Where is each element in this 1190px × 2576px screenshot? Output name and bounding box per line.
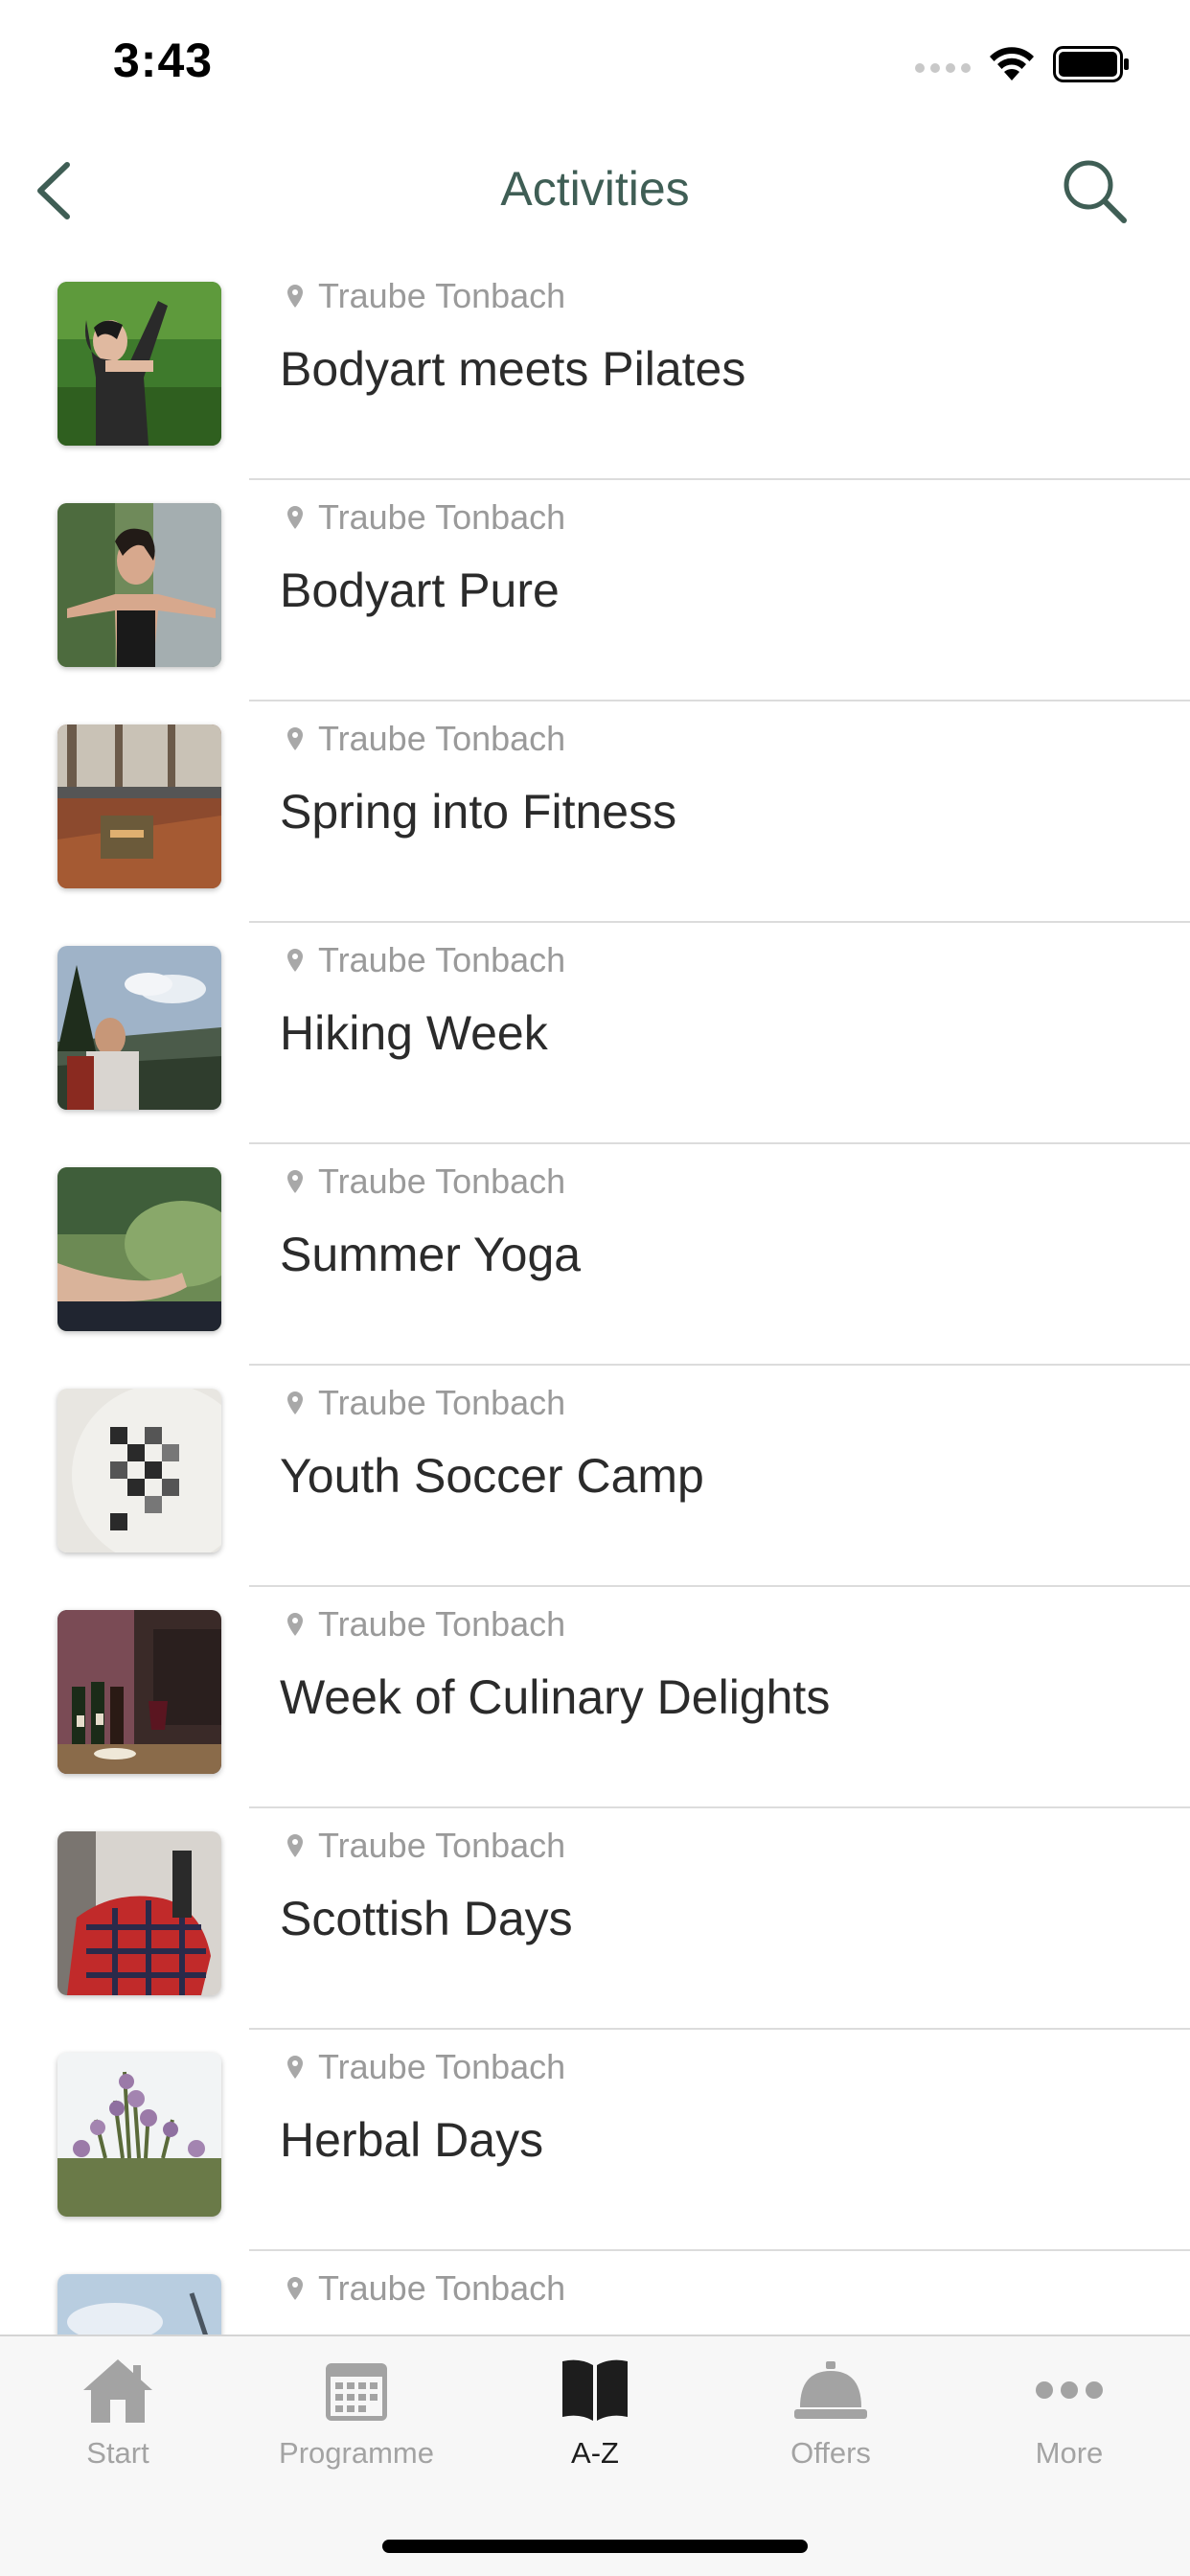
woman-stretching-photo <box>57 282 221 446</box>
status-time: 3:43 <box>113 34 214 87</box>
location-text: Traube Tonbach <box>318 1383 566 1422</box>
location-label: Traube Tonbach <box>286 2268 565 2309</box>
service-bell-icon <box>794 2361 867 2419</box>
location-text: Traube Tonbach <box>318 2268 566 2308</box>
location-label: Traube Tonbach <box>286 1383 565 1423</box>
tartan-bag-photo <box>57 1831 221 1995</box>
battery-icon <box>1053 46 1129 82</box>
location-label: Traube Tonbach <box>286 2047 565 2087</box>
location-label: Traube Tonbach <box>286 276 565 316</box>
activity-title: Bodyart meets Pilates <box>280 342 746 396</box>
tab-label: More <box>1035 2436 1104 2470</box>
location-text: Traube Tonbach <box>318 1604 566 1644</box>
location-pin-icon <box>287 285 303 308</box>
list-item[interactable]: Traube Tonbach Youth Soccer Camp <box>0 1366 1190 1587</box>
list-item[interactable]: Traube Tonbach Summer Yoga <box>0 1144 1190 1366</box>
location-text: Traube Tonbach <box>318 1826 566 1865</box>
list-item[interactable]: Traube Tonbach <box>0 2251 1190 2334</box>
cellular-signal-icon <box>915 63 973 77</box>
activity-title: Summer Yoga <box>280 1228 582 1281</box>
sky-photo <box>57 2274 221 2334</box>
tab-start[interactable]: Start <box>22 2354 214 2497</box>
tab-bar: Start Programme A-Z Offers More <box>0 2334 1190 2576</box>
location-text: Traube Tonbach <box>318 940 566 979</box>
activity-title: Scottish Days <box>280 1892 573 1945</box>
location-label: Traube Tonbach <box>286 497 565 538</box>
location-pin-icon <box>287 949 303 972</box>
activity-title: Hiking Week <box>280 1006 548 1060</box>
status-bar: 3:43 <box>0 0 1190 125</box>
location-text: Traube Tonbach <box>318 497 566 537</box>
activity-title: Spring into Fitness <box>280 785 677 839</box>
activity-title: Week of Culinary Delights <box>280 1670 831 1724</box>
location-pin-icon <box>287 1613 303 1636</box>
open-book-icon <box>562 2359 628 2421</box>
location-text: Traube Tonbach <box>318 1162 566 1201</box>
list-item[interactable]: Traube Tonbach Bodyart Pure <box>0 480 1190 702</box>
location-text: Traube Tonbach <box>318 276 566 315</box>
herbs-field-photo <box>57 2053 221 2217</box>
activities-screen: 3:43 Activities Traube Tonbach Bodyart m… <box>0 0 1190 2576</box>
wifi-icon <box>990 47 1034 80</box>
location-label: Traube Tonbach <box>286 1604 565 1644</box>
location-label: Traube Tonbach <box>286 940 565 980</box>
location-pin-icon <box>287 1392 303 1414</box>
activity-title: Youth Soccer Camp <box>280 1449 704 1503</box>
woman-arms-out-photo <box>57 503 221 667</box>
calendar-icon <box>326 2363 387 2421</box>
tab-label: Programme <box>279 2436 434 2470</box>
location-text: Traube Tonbach <box>318 2047 566 2086</box>
location-pin-icon <box>287 506 303 529</box>
activity-title: Bodyart Pure <box>280 564 560 617</box>
location-pin-icon <box>287 1170 303 1193</box>
activity-list: Traube Tonbach Bodyart meets Pilates Tra… <box>0 259 1190 2334</box>
soccer-ball-photo <box>57 1389 221 1552</box>
home-indicator[interactable] <box>382 2540 808 2553</box>
list-item[interactable]: Traube Tonbach Week of Culinary Delights <box>0 1587 1190 1808</box>
location-text: Traube Tonbach <box>318 719 566 758</box>
search-icon <box>1064 160 1127 223</box>
location-pin-icon <box>287 1834 303 1857</box>
tab-label: Offers <box>790 2436 871 2470</box>
tab-label: Start <box>86 2436 149 2470</box>
list-item[interactable]: Traube Tonbach Bodyart meets Pilates <box>0 259 1190 480</box>
location-pin-icon <box>287 727 303 750</box>
tab-programme[interactable]: Programme <box>261 2354 452 2497</box>
tab-more[interactable]: More <box>973 2354 1165 2497</box>
page-title: Activities <box>500 162 690 216</box>
tab-offers[interactable]: Offers <box>735 2354 927 2497</box>
wine-bar-photo <box>57 1610 221 1774</box>
fitness-room-photo <box>57 724 221 888</box>
house-icon <box>83 2359 152 2423</box>
list-item[interactable]: Traube Tonbach Scottish Days <box>0 1808 1190 2030</box>
location-pin-icon <box>287 2056 303 2079</box>
yoga-hand-photo <box>57 1167 221 1331</box>
location-pin-icon <box>287 2277 303 2300</box>
list-item[interactable]: Traube Tonbach Hiking Week <box>0 923 1190 1144</box>
tab-a-z[interactable]: A-Z <box>499 2354 691 2497</box>
location-label: Traube Tonbach <box>286 1826 565 1866</box>
location-label: Traube Tonbach <box>286 719 565 759</box>
more-dots-icon <box>1036 2381 1103 2399</box>
search-button[interactable] <box>1059 155 1132 228</box>
list-item[interactable]: Traube Tonbach Spring into Fitness <box>0 702 1190 923</box>
activity-title: Herbal Days <box>280 2113 544 2167</box>
location-label: Traube Tonbach <box>286 1162 565 1202</box>
list-item[interactable]: Traube Tonbach Herbal Days <box>0 2030 1190 2251</box>
tab-label: A-Z <box>571 2436 619 2470</box>
navigation-bar: Activities <box>0 125 1190 254</box>
hiker-valley-photo <box>57 946 221 1110</box>
